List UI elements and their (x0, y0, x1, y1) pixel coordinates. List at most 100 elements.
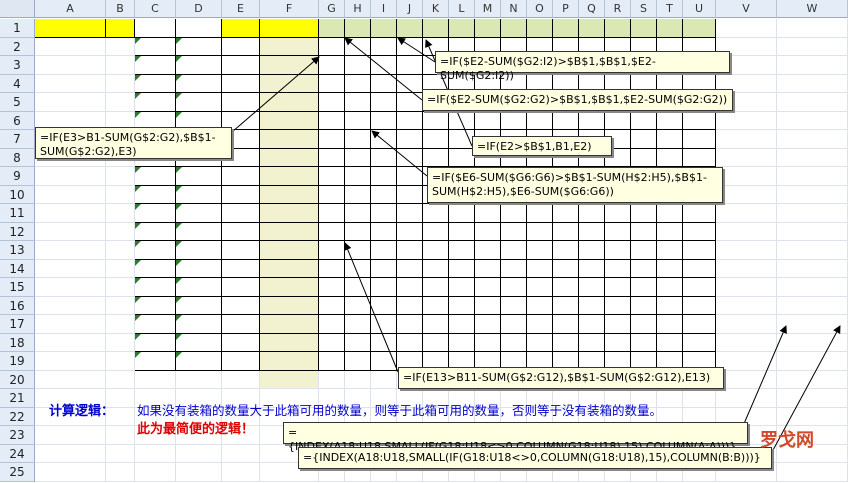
header-cell-s[interactable] (631, 19, 657, 38)
spreadsheet[interactable]: ABCDEFGHIJKLMNOPQRSTUVW 1 2 3 4 5 6 7 8 9 10 11 12 1… (0, 0, 848, 483)
cell-a17[interactable] (35, 315, 106, 334)
cell-f20[interactable] (260, 370, 319, 389)
cell-c9[interactable] (135, 167, 176, 186)
cell-e3[interactable] (222, 56, 260, 75)
cell-i2[interactable] (371, 37, 397, 56)
row-header-25[interactable]: 25 (0, 463, 35, 482)
cell-o17[interactable] (527, 315, 553, 334)
cell-s17[interactable] (631, 315, 657, 334)
cell-q11[interactable] (579, 204, 605, 223)
cell-w10[interactable] (777, 185, 848, 204)
cell-b4[interactable] (106, 74, 135, 93)
cell-u17[interactable] (683, 315, 716, 334)
cell-b15[interactable] (106, 278, 135, 297)
cell-i17[interactable] (371, 315, 397, 334)
cell-w9[interactable] (777, 167, 848, 186)
cell-e16[interactable] (222, 296, 260, 315)
cell-m17[interactable] (475, 315, 501, 334)
cell-b10[interactable] (106, 185, 135, 204)
cell-p6[interactable] (553, 111, 579, 130)
cell-a14[interactable] (35, 259, 106, 278)
cell-h12[interactable] (345, 222, 371, 241)
cell-v18[interactable] (716, 333, 777, 352)
cell-j8[interactable] (397, 148, 423, 167)
cell-f7[interactable] (260, 130, 319, 149)
cell-v7[interactable] (716, 130, 777, 149)
cell-j16[interactable] (397, 296, 423, 315)
cell-i19[interactable] (371, 352, 397, 371)
cell-h9[interactable] (345, 167, 371, 186)
cell-i13[interactable] (371, 241, 397, 260)
cell-o12[interactable] (527, 222, 553, 241)
cell-w14[interactable] (777, 259, 848, 278)
cell-o18[interactable] (527, 333, 553, 352)
cell-i10[interactable] (371, 185, 397, 204)
cell-m15[interactable] (475, 278, 501, 297)
cell-w25[interactable] (777, 463, 848, 482)
cell-j17[interactable] (397, 315, 423, 334)
cell-j15[interactable] (397, 278, 423, 297)
column-header-f[interactable]: F (260, 0, 319, 18)
cell-j10[interactable] (397, 185, 423, 204)
row-header-21[interactable]: 21 (0, 389, 35, 408)
cell-c19[interactable] (135, 352, 176, 371)
header-cell-u[interactable] (683, 19, 716, 38)
cell-k11[interactable] (423, 204, 449, 223)
cell-d17[interactable] (176, 315, 222, 334)
cell-h10[interactable] (345, 185, 371, 204)
column-header-e[interactable]: E (222, 0, 260, 18)
column-header-k[interactable]: K (423, 0, 449, 18)
cell-i8[interactable] (371, 148, 397, 167)
cell-l14[interactable] (449, 259, 475, 278)
cell-c10[interactable] (135, 185, 176, 204)
cell-g10[interactable] (319, 185, 345, 204)
cell-h16[interactable] (345, 296, 371, 315)
cell-w4[interactable] (777, 74, 848, 93)
cell-v12[interactable] (716, 222, 777, 241)
header-cell-i[interactable] (371, 19, 397, 38)
cell-e15[interactable] (222, 278, 260, 297)
cell-f6[interactable] (260, 111, 319, 130)
column-header-p[interactable]: P (553, 0, 579, 18)
cell-f10[interactable] (260, 185, 319, 204)
cell-c12[interactable] (135, 222, 176, 241)
row-header-8[interactable]: 8 (0, 148, 35, 167)
cell-d19[interactable] (176, 352, 222, 371)
cell-e11[interactable] (222, 204, 260, 223)
cell-u8[interactable] (683, 148, 716, 167)
cell-a13[interactable] (35, 241, 106, 260)
cell-q6[interactable] (579, 111, 605, 130)
cell-p18[interactable] (553, 333, 579, 352)
cell-l16[interactable] (449, 296, 475, 315)
cell-f13[interactable] (260, 241, 319, 260)
cell-a4[interactable] (35, 74, 106, 93)
cell-f3[interactable] (260, 56, 319, 75)
cell-u6[interactable] (683, 111, 716, 130)
cell-p15[interactable] (553, 278, 579, 297)
column-header-q[interactable]: Q (579, 0, 605, 18)
header-cell-n[interactable] (501, 19, 527, 38)
cell-g2[interactable] (319, 37, 345, 56)
cell-h3[interactable] (345, 56, 371, 75)
cell-c15[interactable] (135, 278, 176, 297)
cell-u12[interactable] (683, 222, 716, 241)
cell-g12[interactable] (319, 222, 345, 241)
cell-a24[interactable] (35, 444, 106, 463)
cell-d12[interactable] (176, 222, 222, 241)
cell-j18[interactable] (397, 333, 423, 352)
cell-k8[interactable] (423, 148, 449, 167)
column-header-t[interactable]: T (657, 0, 683, 18)
row-header-16[interactable]: 16 (0, 296, 35, 315)
cell-i11[interactable] (371, 204, 397, 223)
row-header-6[interactable]: 6 (0, 111, 35, 130)
cell-n13[interactable] (501, 241, 527, 260)
cell-j7[interactable] (397, 130, 423, 149)
column-header-h[interactable]: H (345, 0, 371, 18)
column-header-b[interactable]: B (106, 0, 135, 18)
cell-t11[interactable] (657, 204, 683, 223)
cell-s15[interactable] (631, 278, 657, 297)
cell-h14[interactable] (345, 259, 371, 278)
cell-h20[interactable] (345, 370, 371, 389)
cell-a10[interactable] (35, 185, 106, 204)
cell-u11[interactable] (683, 204, 716, 223)
